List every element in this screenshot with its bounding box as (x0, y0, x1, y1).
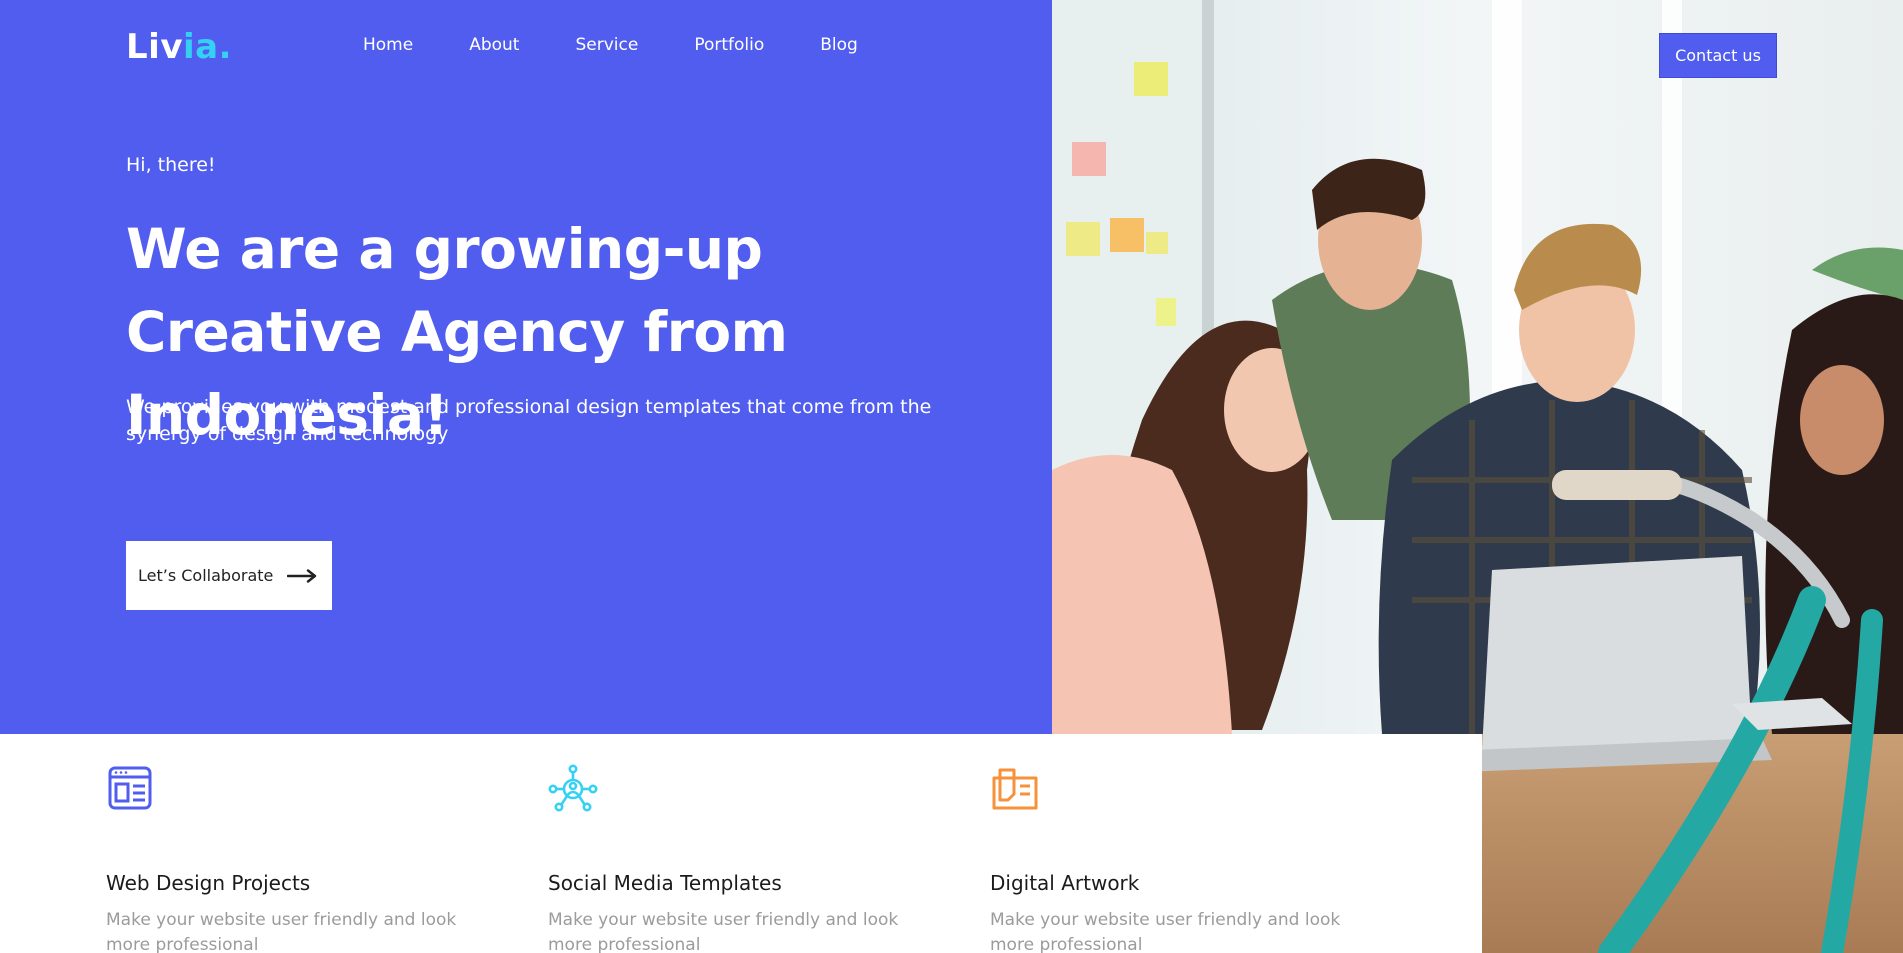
hero-section: Livia. Home About Service Portfolio Blog… (0, 0, 1052, 734)
nav-home[interactable]: Home (363, 33, 413, 57)
logo-text-part2: ia (182, 27, 219, 67)
feature-description: Make your website user friendly and look… (548, 910, 899, 953)
digital-artwork-icon (992, 768, 1038, 810)
contact-us-button[interactable]: Contact us (1659, 33, 1777, 78)
nav-portfolio[interactable]: Portfolio (694, 33, 764, 57)
nav-about[interactable]: About (469, 33, 519, 57)
logo-text-part3: . (218, 27, 233, 67)
nav-service[interactable]: Service (575, 33, 638, 57)
feature-title: Digital Artwork (990, 871, 1140, 895)
hero-subtext: We provides you with modest and professi… (126, 396, 932, 445)
arrow-right-icon (287, 568, 317, 583)
social-network-icon (548, 764, 598, 812)
feature-card-social-media: Social Media Templates Make your website… (548, 764, 968, 953)
feature-description: Make your website user friendly and look… (990, 910, 1341, 953)
hero-greeting: Hi, there! (126, 154, 216, 176)
feature-title: Web Design Projects (106, 871, 311, 895)
logo-text-part1: Liv (126, 27, 183, 67)
collaborate-button-label: Let’s Collaborate (138, 566, 274, 585)
nav-blog[interactable]: Blog (820, 33, 858, 57)
features-section: Web Design Projects Make your website us… (0, 734, 1482, 953)
brand-logo[interactable]: Livia. (126, 30, 232, 64)
web-design-icon (108, 766, 152, 810)
collaborate-button[interactable]: Let’s Collaborate (126, 541, 332, 610)
feature-card-digital-artwork: Digital Artwork Make your website user f… (990, 764, 1410, 953)
landing-page: Livia. Home About Service Portfolio Blog… (0, 0, 1903, 953)
feature-description: Make your website user friendly and look… (106, 910, 457, 953)
feature-card-web-design: Web Design Projects Make your website us… (106, 764, 526, 953)
main-nav: Home About Service Portfolio Blog (363, 33, 914, 57)
feature-title: Social Media Templates (548, 871, 782, 895)
